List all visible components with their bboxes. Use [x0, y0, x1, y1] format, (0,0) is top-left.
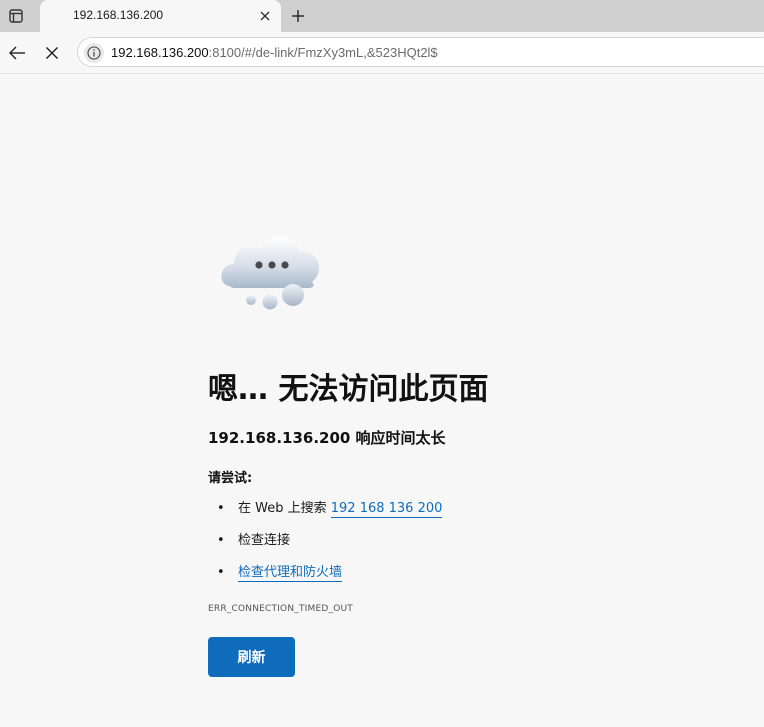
close-icon[interactable] [256, 7, 274, 25]
bullet: • [217, 533, 225, 548]
browser-toolbar: 192.168.136.200:8100/#/de-link/FmzXy3mL,… [0, 32, 764, 74]
error-code: ERR_CONNECTION_TIMED_OUT [208, 604, 353, 614]
search-web-link[interactable]: 192 168 136 200 [330, 501, 443, 518]
cloud-icon [221, 236, 320, 310]
arrow-left-icon[interactable] [6, 42, 28, 64]
page-title: 嗯… 无法访问此页面 [208, 372, 489, 407]
suggestion-search-web: • 在 Web 上搜索 192 168 136 200 [208, 496, 443, 528]
active-tab[interactable]: 192.168.136.200 [40, 0, 281, 32]
tab-actions-icon[interactable] [6, 6, 26, 26]
suggestion-list: • 在 Web 上搜索 192 168 136 200 • 检查连接 • 检查代理和防… [208, 496, 443, 592]
suggestion-check-connection: • 检查连接 [208, 528, 442, 560]
bullet: • [217, 501, 225, 516]
suggestion-text: 检查连接 [238, 533, 291, 548]
check-proxy-firewall-link[interactable]: 检查代理和防火墙 [238, 565, 343, 582]
address-bar[interactable]: 192.168.136.200:8100/#/de-link/FmzXy3mL,… [77, 37, 764, 67]
stop-icon[interactable] [41, 42, 63, 64]
suggestion-check-proxy: • 检查代理和防火墙 [208, 560, 442, 592]
try-label: 请尝试: [208, 471, 253, 486]
tab-bar: 192.168.136.200 [0, 0, 764, 32]
url-host: 192.168.136.200 [111, 45, 209, 60]
plus-icon[interactable] [287, 5, 309, 27]
url-path: :8100/#/de-link/FmzXy3mL,&523HQt2l$ [208, 45, 438, 60]
refresh-button[interactable]: 刷新 [208, 637, 295, 677]
bullet: • [217, 565, 225, 580]
suggestion-text: 在 Web 上搜索 [238, 501, 331, 516]
tab-title: 192.168.136.200 [73, 8, 164, 22]
info-icon[interactable] [84, 43, 104, 63]
url-text: 192.168.136.200:8100/#/de-link/FmzXy3mL,… [111, 45, 438, 60]
error-description: 192.168.136.200 响应时间太长 [208, 429, 446, 447]
